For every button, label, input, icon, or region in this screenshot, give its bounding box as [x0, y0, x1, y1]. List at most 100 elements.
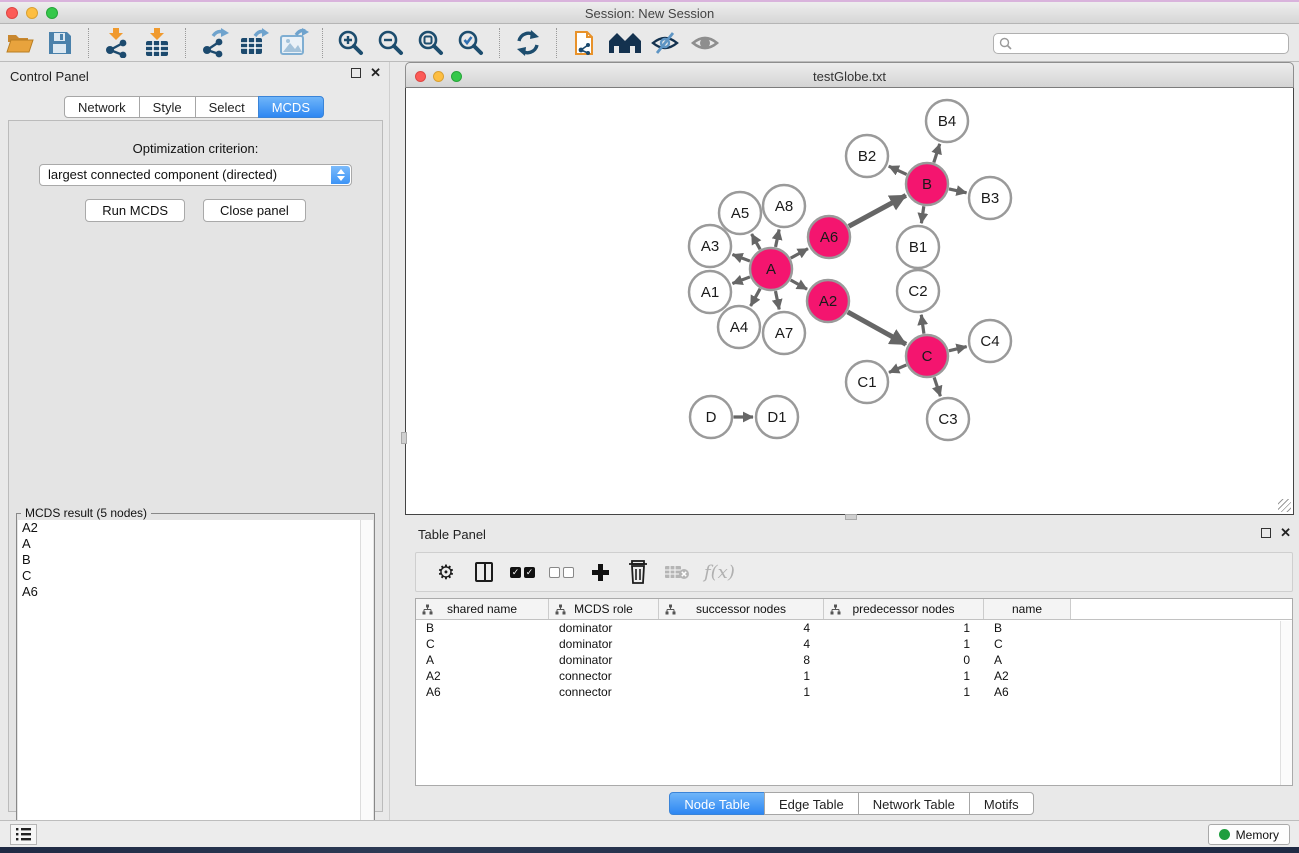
- table-row[interactable]: Bdominator41B: [416, 620, 1292, 636]
- edge-A2-C[interactable]: [848, 312, 906, 344]
- window-resize-grip[interactable]: [1278, 499, 1291, 512]
- column-header-shared-name[interactable]: shared name: [416, 599, 549, 619]
- graph-node-B2[interactable]: B2: [846, 135, 888, 177]
- table-settings-icon[interactable]: ⚙: [434, 559, 458, 585]
- table-tab-node-table[interactable]: Node Table: [669, 792, 765, 815]
- tab-mcds[interactable]: MCDS: [258, 96, 324, 118]
- float-panel-icon[interactable]: [351, 68, 361, 78]
- result-item[interactable]: C: [18, 568, 373, 584]
- edge-C-C4[interactable]: [949, 347, 967, 351]
- splitter-handle-bottom[interactable]: [845, 514, 857, 520]
- zoom-selected-icon[interactable]: [451, 27, 491, 59]
- delete-column-icon[interactable]: [626, 559, 650, 585]
- edge-A-A4[interactable]: [751, 289, 761, 306]
- mcds-result-scrollbar[interactable]: [360, 520, 373, 851]
- table-tab-edge-table[interactable]: Edge Table: [764, 792, 859, 815]
- column-header-MCDS-role[interactable]: MCDS role: [549, 599, 659, 619]
- zoom-in-icon[interactable]: [331, 27, 371, 59]
- edge-C-C3[interactable]: [934, 377, 940, 396]
- export-network-icon[interactable]: [194, 27, 234, 59]
- edge-B-B2[interactable]: [889, 166, 907, 174]
- search-field[interactable]: [993, 33, 1289, 54]
- graph-node-A3[interactable]: A3: [689, 225, 731, 267]
- graph-node-A2[interactable]: A2: [807, 280, 849, 322]
- show-panels-icon[interactable]: [685, 27, 725, 59]
- edge-B-B4[interactable]: [934, 144, 940, 163]
- table-scrollbar[interactable]: [1280, 621, 1292, 785]
- network-canvas[interactable]: B4B2BB3B1A8A5A6A3AA1C2A2A4A7CC4C1C3DD1: [405, 88, 1294, 515]
- graph-node-D1[interactable]: D1: [756, 396, 798, 438]
- graph-node-A8[interactable]: A8: [763, 185, 805, 227]
- table-row[interactable]: A6connector11A6: [416, 684, 1292, 700]
- close-table-panel-icon[interactable]: ✕: [1280, 528, 1291, 538]
- graph-node-C1[interactable]: C1: [846, 361, 888, 403]
- export-image-icon[interactable]: [274, 27, 314, 59]
- column-header-predecessor-nodes[interactable]: predecessor nodes: [824, 599, 984, 619]
- tab-style[interactable]: Style: [139, 96, 196, 118]
- open-session-icon[interactable]: [0, 27, 40, 59]
- import-table-icon[interactable]: [137, 27, 177, 59]
- edge-A-A3[interactable]: [732, 254, 749, 261]
- save-session-icon[interactable]: [40, 27, 80, 59]
- tab-network[interactable]: Network: [64, 96, 140, 118]
- clone-network-icon[interactable]: [565, 27, 605, 59]
- graph-node-B[interactable]: B: [906, 163, 948, 205]
- graph-node-C4[interactable]: C4: [969, 320, 1011, 362]
- network-window-titlebar[interactable]: testGlobe.txt: [405, 62, 1294, 88]
- zoom-out-icon[interactable]: [371, 27, 411, 59]
- splitter-handle-left[interactable]: [401, 432, 407, 444]
- edge-A-A6[interactable]: [791, 249, 808, 259]
- table-tab-network-table[interactable]: Network Table: [858, 792, 970, 815]
- table-row[interactable]: A2connector11A2: [416, 668, 1292, 684]
- result-item[interactable]: B: [18, 552, 373, 568]
- graph-node-A1[interactable]: A1: [689, 271, 731, 313]
- graph-node-A4[interactable]: A4: [718, 306, 760, 348]
- export-table-icon[interactable]: [234, 27, 274, 59]
- table-tab-motifs[interactable]: Motifs: [969, 792, 1034, 815]
- import-network-icon[interactable]: [97, 27, 137, 59]
- result-item[interactable]: A6: [18, 584, 373, 600]
- edge-A-A1[interactable]: [732, 277, 749, 284]
- edge-C-C2[interactable]: [921, 315, 924, 334]
- graph-node-D[interactable]: D: [690, 396, 732, 438]
- edge-A-A7[interactable]: [775, 291, 779, 309]
- select-all-rows-icon[interactable]: ✓✓: [510, 559, 535, 585]
- add-column-icon[interactable]: [588, 559, 612, 585]
- close-panel-button[interactable]: Close panel: [203, 199, 306, 222]
- graph-node-B1[interactable]: B1: [897, 226, 939, 268]
- graph-node-A[interactable]: A: [750, 248, 792, 290]
- close-panel-icon[interactable]: ✕: [370, 68, 381, 78]
- refresh-view-icon[interactable]: [508, 27, 548, 59]
- table-row[interactable]: Cdominator41C: [416, 636, 1292, 652]
- task-history-button[interactable]: [10, 824, 37, 845]
- node-table[interactable]: shared nameMCDS rolesuccessor nodesprede…: [415, 598, 1293, 786]
- graph-node-A5[interactable]: A5: [719, 192, 761, 234]
- graph-node-B4[interactable]: B4: [926, 100, 968, 142]
- graph-node-C3[interactable]: C3: [927, 398, 969, 440]
- column-header-successor-nodes[interactable]: successor nodes: [659, 599, 824, 619]
- zoom-fit-icon[interactable]: [411, 27, 451, 59]
- edge-B-B1[interactable]: [921, 206, 923, 223]
- graph-node-A7[interactable]: A7: [763, 312, 805, 354]
- graph-node-C2[interactable]: C2: [897, 270, 939, 312]
- result-item[interactable]: A: [18, 536, 373, 552]
- graph-node-A6[interactable]: A6: [808, 216, 850, 258]
- hide-panels-icon[interactable]: [645, 27, 685, 59]
- result-item[interactable]: A2: [18, 520, 373, 536]
- home-layout-icon[interactable]: [605, 27, 645, 59]
- table-row[interactable]: Adominator80A: [416, 652, 1292, 668]
- edge-A6-B[interactable]: [849, 195, 906, 226]
- edge-A-A8[interactable]: [776, 230, 780, 247]
- run-mcds-button[interactable]: Run MCDS: [85, 199, 185, 222]
- split-panel-icon[interactable]: [472, 559, 496, 585]
- graph-node-B3[interactable]: B3: [969, 177, 1011, 219]
- optimization-criterion-select[interactable]: largest connected component (directed): [39, 164, 352, 186]
- memory-button[interactable]: Memory: [1208, 824, 1290, 845]
- edge-C-C1[interactable]: [889, 365, 906, 373]
- tab-select[interactable]: Select: [195, 96, 259, 118]
- deselect-all-rows-icon[interactable]: [549, 559, 574, 585]
- column-header-name[interactable]: name: [984, 599, 1071, 619]
- edge-A-A5[interactable]: [752, 234, 760, 249]
- float-table-panel-icon[interactable]: [1261, 528, 1271, 538]
- edge-A-A2[interactable]: [791, 280, 807, 289]
